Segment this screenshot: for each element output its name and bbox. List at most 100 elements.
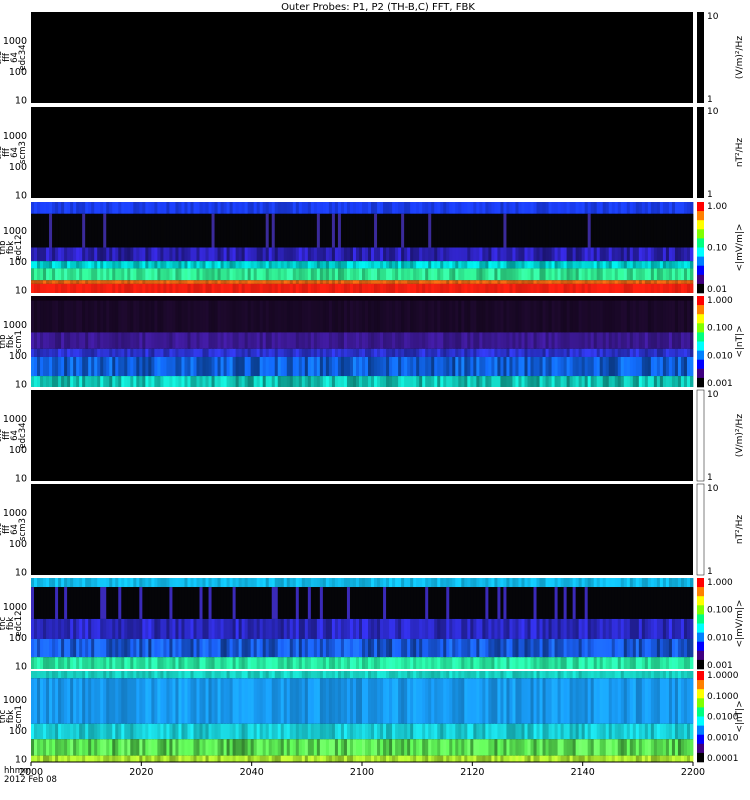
strip — [211, 247, 215, 262]
strip — [449, 348, 453, 357]
strip — [668, 618, 673, 639]
strip — [58, 202, 62, 214]
strip — [557, 578, 561, 588]
strip — [680, 296, 685, 301]
strip — [686, 356, 691, 377]
strip — [407, 332, 411, 349]
strip — [253, 587, 258, 619]
colorbar-units: <|mV/m|> — [735, 224, 745, 272]
strip — [428, 247, 432, 262]
strip — [214, 280, 218, 284]
strip — [55, 657, 59, 669]
strip — [650, 578, 655, 588]
strip — [205, 332, 209, 349]
strip — [280, 587, 285, 619]
strip — [61, 376, 65, 387]
strip — [247, 332, 252, 349]
strip — [536, 213, 540, 248]
strip — [253, 213, 258, 248]
strip — [554, 739, 558, 756]
strip — [199, 638, 203, 658]
strip — [497, 261, 501, 269]
strip — [244, 283, 249, 293]
strip — [509, 268, 513, 281]
strip — [214, 296, 218, 301]
strip — [533, 202, 537, 214]
strip — [614, 678, 619, 724]
strip — [88, 247, 92, 262]
strip — [620, 739, 625, 756]
strip — [259, 638, 264, 658]
strip — [566, 280, 571, 284]
strip — [500, 268, 504, 281]
strip — [626, 723, 631, 740]
strip — [665, 280, 670, 284]
strip — [524, 376, 528, 387]
strip — [470, 300, 474, 333]
strip — [115, 618, 119, 639]
strip — [488, 587, 492, 619]
strip — [626, 348, 631, 357]
strip — [677, 678, 682, 724]
strip — [94, 283, 98, 293]
strip — [88, 213, 92, 248]
strip — [485, 678, 489, 724]
strip — [103, 202, 107, 214]
strip — [647, 348, 652, 357]
strip — [259, 723, 264, 740]
strip — [416, 739, 420, 756]
strip — [64, 657, 68, 669]
strip — [55, 578, 59, 588]
strip — [455, 283, 459, 293]
strip — [220, 268, 224, 281]
strip — [316, 348, 321, 357]
strip — [395, 283, 399, 293]
strip — [425, 213, 429, 248]
strip — [97, 283, 101, 293]
strip — [214, 261, 218, 269]
strip — [268, 356, 273, 377]
colorbar: 101(V/m)²/Hz — [697, 12, 745, 105]
strip — [686, 280, 691, 284]
strip — [142, 578, 146, 588]
strip — [554, 587, 558, 619]
strip — [157, 739, 161, 756]
strip — [232, 723, 237, 740]
strip — [509, 280, 513, 284]
strip — [401, 678, 405, 724]
strip — [283, 376, 288, 387]
strip — [407, 280, 411, 284]
strip — [575, 296, 580, 301]
strip — [319, 671, 324, 679]
strip — [31, 578, 35, 588]
strip — [455, 213, 459, 248]
strip — [644, 376, 649, 387]
strip — [223, 332, 227, 349]
strip — [115, 247, 119, 262]
strip — [268, 376, 273, 387]
colorbar-units-text: <|nT|> — [735, 325, 745, 357]
strip — [64, 296, 68, 301]
strip — [76, 376, 80, 387]
strip — [100, 739, 104, 756]
strip — [578, 348, 583, 357]
strip — [145, 247, 149, 262]
strip — [262, 280, 267, 284]
strip — [331, 678, 336, 724]
strip — [76, 356, 80, 377]
strip — [401, 261, 405, 269]
strip — [599, 671, 604, 679]
strip — [659, 671, 664, 679]
strip — [313, 723, 318, 740]
strip — [515, 678, 519, 724]
strip — [130, 296, 134, 301]
strip — [566, 202, 571, 214]
strip — [428, 213, 432, 248]
strip — [61, 261, 65, 269]
strip — [413, 280, 417, 284]
strip — [292, 678, 297, 724]
strip — [55, 618, 59, 639]
strip — [139, 213, 143, 248]
strip — [482, 261, 486, 269]
strip — [67, 618, 71, 639]
